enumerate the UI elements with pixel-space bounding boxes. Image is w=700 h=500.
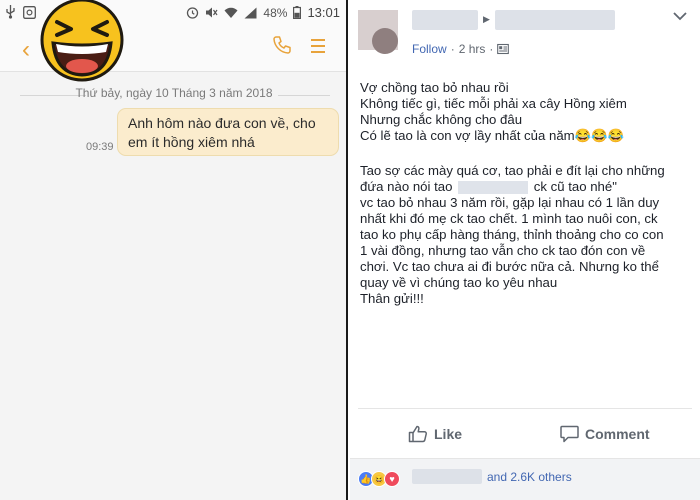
love-reaction-icon: ♥ [384,471,400,487]
post-line: Không tiếc gì, tiếc mỗi phải xa cây Hồng… [360,96,627,111]
comment-button[interactable]: Comment [560,425,650,443]
gallery-icon [23,5,36,19]
reactor-name-blurred [412,469,482,484]
battery-icon [293,6,302,19]
sms-screenshot: 48% 13:01 ‹ Thứ bảy, ngày 10 Tháng 3 năm… [0,0,348,500]
message-line-2: em ít hồng xiêm nhá [128,134,255,150]
post-line: vc tao bỏ nhau 3 năm rồi, gặp lại nhau c… [360,195,660,210]
laughing-emoji-sticker [40,0,124,82]
blurred-text [458,181,529,195]
signal-icon [244,7,257,18]
post-text-fragment: đứa nào nói tao [360,179,453,194]
message-bubble[interactable]: Anh hôm nào đưa con về, cho em ít hồng x… [117,108,339,156]
post-line: nhất khi đó mẹ ck tao chết. 1 mình tao n… [360,211,658,226]
post-time[interactable]: 2 hrs [459,42,486,56]
post-line: Có lẽ tao là con vợ lầy nhất của năm😂😂😂 [360,128,624,143]
post-line: Nhưng chắc không cho đâu [360,112,523,127]
avatar-blur [372,28,398,54]
reactions-others[interactable]: and 2.6K others [487,470,572,484]
chevron-down-icon[interactable] [672,10,688,22]
usb-icon [6,5,15,19]
message-line-1: Anh hôm nào đưa con về, cho [128,115,316,131]
comment-label: Comment [585,426,650,442]
alarm-icon [187,7,199,19]
action-divider [358,408,692,409]
post-line: tao ko phụ cấp hàng tháng, thỉnh thoảng … [360,227,664,242]
battery-percent: 48% [263,5,288,20]
post-line: đứa nào nói tao ck cũ tao nhé" [360,179,696,195]
comment-icon [560,425,579,443]
post-line: quay về vì chúng tao ko yêu nhau [360,275,558,290]
mute-icon [206,7,218,18]
post-body: Vợ chồng tao bỏ nhau rồi Không tiếc gì, … [360,80,696,307]
post-line: Vợ chồng tao bỏ nhau rồi [360,80,509,95]
wifi-icon [224,7,238,18]
post-line: Thân gửi!!! [360,291,424,306]
thumbs-up-icon [408,425,428,443]
menu-icon[interactable] [310,38,326,54]
like-button[interactable]: Like [408,425,462,443]
post-meta: Follow · 2 hrs · [412,42,510,56]
reaction-icons: 👍 😆 ♥ [358,471,400,487]
back-arrow-icon[interactable]: ‹ [22,36,30,64]
status-time: 13:01 [307,5,340,20]
post-line: 1 vài đồng, nhưng tao vẫn cho ck tao đón… [360,243,646,258]
post-line: chơi. Vc tao chưa ai đi bước nữa cả. Như… [360,259,659,274]
message-time: 09:39 [86,141,114,153]
meta-separator-2: · [489,42,494,56]
facebook-post: ▶ Follow · 2 hrs · Vợ chồng tao bỏ nhau … [350,0,700,500]
date-separator: Thứ bảy, ngày 10 Tháng 3 năm 2018 [75,86,273,100]
caret-right-icon: ▶ [483,14,490,24]
group-icon [497,43,510,55]
meta-separator: · [450,42,455,56]
like-label: Like [434,426,463,442]
avatar[interactable] [358,10,398,54]
post-line: Tao sợ các mày quá cơ, tao phải e đít lạ… [360,163,665,178]
follow-link[interactable]: Follow [412,42,447,56]
group-name-blurred[interactable] [495,10,615,30]
author-name-blurred[interactable] [412,10,478,30]
phone-icon[interactable] [272,35,292,55]
post-text-fragment: ck cũ tao nhé" [533,179,617,194]
